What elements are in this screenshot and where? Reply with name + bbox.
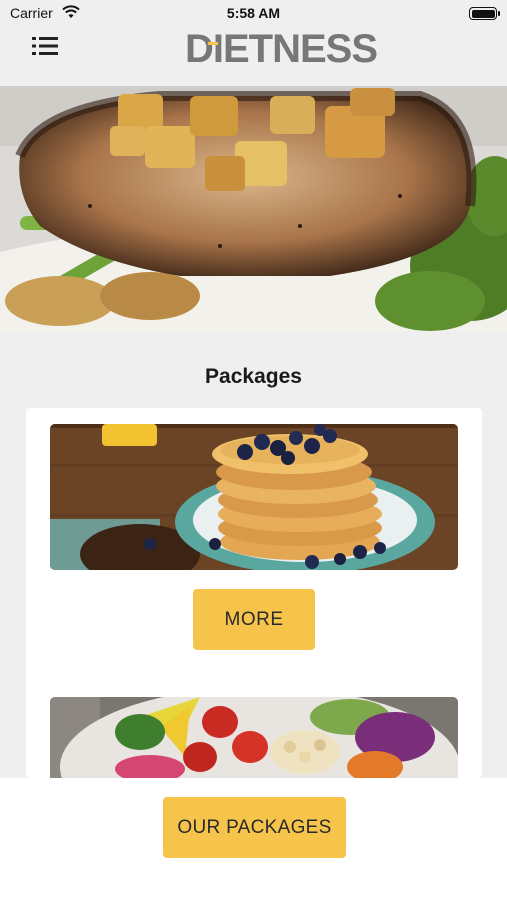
bottom-bar: OUR PACKAGES (0, 778, 507, 900)
more-button[interactable]: MORE (193, 589, 315, 650)
packages-title: Packages (205, 365, 302, 388)
list-menu-icon[interactable] (30, 34, 60, 58)
hero-image (0, 86, 507, 331)
pancake-package-image[interactable] (50, 424, 458, 570)
clock: 5:58 AM (226, 5, 281, 21)
svg-text:DIETNESS: DIETNESS (185, 28, 377, 70)
app-header: DIETNESS (0, 28, 507, 86)
salad-package-image[interactable] (50, 697, 458, 778)
dietness-logo: DIETNESS (185, 28, 378, 70)
status-bar: Carrier 5:58 AM (0, 0, 507, 28)
our-packages-button[interactable]: OUR PACKAGES (163, 797, 346, 858)
packages-card: MORE (26, 408, 482, 778)
battery-icon (469, 7, 500, 20)
